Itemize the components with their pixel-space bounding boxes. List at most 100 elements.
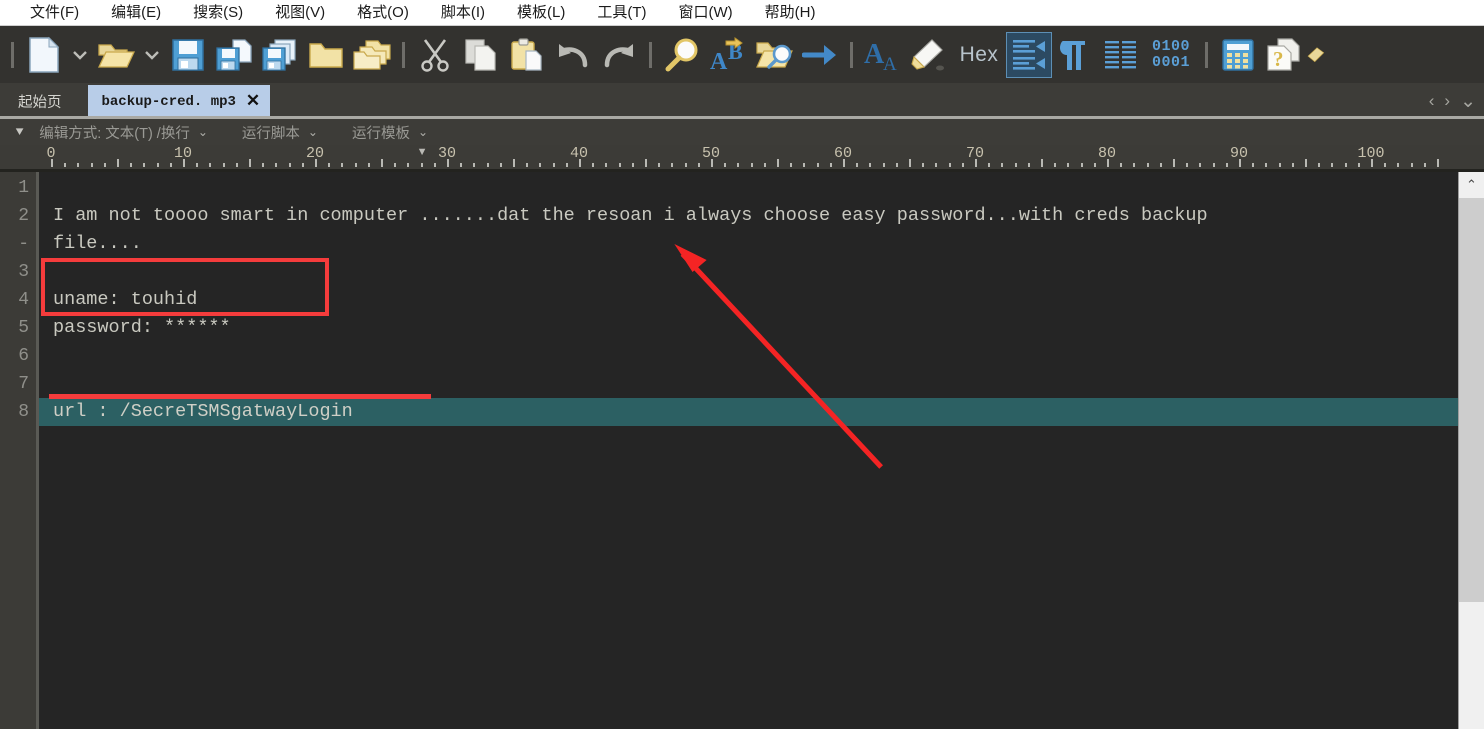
code-line[interactable]: password: ******: [39, 314, 1458, 342]
highlight-icon: [911, 38, 944, 70]
vertical-scroll-thumb[interactable]: [1459, 198, 1484, 602]
tab-start-page[interactable]: 起始页: [0, 83, 88, 119]
columns-button[interactable]: [1098, 32, 1144, 78]
paste-button[interactable]: [504, 32, 550, 78]
calculator-icon: [1222, 38, 1254, 71]
ruler-tick: [328, 163, 331, 167]
save-button[interactable]: [165, 32, 211, 78]
save-all-button[interactable]: [257, 32, 303, 78]
edit-mode-selector[interactable]: 编辑方式: 文本(T) /换行 ⌄: [39, 122, 208, 143]
code-line[interactable]: [39, 174, 1458, 202]
ruler-tick: [1225, 163, 1228, 167]
vertical-scrollbar[interactable]: ⌃ ⌄: [1458, 172, 1484, 729]
menu-view[interactable]: 视图(V): [259, 1, 341, 25]
tab-navigation: ‹ › ⌄: [1429, 83, 1484, 119]
chevron-right-icon[interactable]: ›: [1444, 91, 1450, 111]
menu-file[interactable]: 文件(F): [14, 1, 95, 25]
ruler-tick: [486, 163, 489, 167]
code-line[interactable]: I am not toooo smart in computer .......…: [39, 202, 1458, 230]
binary-button[interactable]: 0100 0001: [1144, 32, 1198, 78]
close-icon[interactable]: ✕: [246, 94, 260, 111]
save-as-button[interactable]: [211, 32, 257, 78]
ruler-tick: [552, 163, 555, 167]
copy-button[interactable]: [458, 32, 504, 78]
ruler-tick: [895, 163, 898, 167]
ruler-tick: [341, 163, 344, 167]
ruler-tick: [169, 163, 172, 167]
find-in-files-button[interactable]: [751, 32, 797, 78]
new-file-button[interactable]: [21, 32, 67, 78]
cut-button[interactable]: [412, 32, 458, 78]
editor-area: 1 2 - 3 4 5 6 7 8 I am not toooo smart in comput…: [0, 172, 1484, 729]
ruler-tick: [249, 159, 251, 167]
ruler-tick: [684, 163, 687, 167]
ruler-tick: [658, 163, 661, 167]
ruler-tick: [935, 163, 938, 167]
cut-icon: [421, 38, 449, 72]
menu-window[interactable]: 窗口(W): [663, 1, 749, 25]
highlight-button[interactable]: [906, 32, 952, 78]
ruler-tick: [77, 163, 80, 167]
find-button[interactable]: [659, 32, 705, 78]
menu-template[interactable]: 模板(L): [501, 1, 581, 25]
menu-help[interactable]: 帮助(H): [749, 1, 832, 25]
folder-button[interactable]: [303, 32, 349, 78]
collapse-caret-icon[interactable]: ⯆: [14, 125, 25, 139]
goto-button[interactable]: [797, 32, 843, 78]
ruler-tab-marker[interactable]: ▼: [417, 146, 428, 158]
calculator-button[interactable]: [1215, 32, 1261, 78]
code-line-highlighted[interactable]: url : /SecreTSMSgatwayLogin: [39, 398, 1458, 426]
open-file-dropdown-button[interactable]: [139, 32, 165, 78]
svg-text:A: A: [864, 39, 885, 70]
new-file-dropdown-button[interactable]: [67, 32, 93, 78]
wrap-lines-icon: [1013, 39, 1045, 70]
scroll-up-button[interactable]: ⌃: [1459, 172, 1484, 198]
toolbar-separator: [649, 41, 652, 68]
wrap-lines-button[interactable]: [1006, 31, 1052, 78]
run-script-selector[interactable]: 运行脚本 ⌄: [242, 122, 318, 143]
ruler-tick: [711, 159, 713, 167]
run-template-selector[interactable]: 运行模板 ⌄: [352, 122, 428, 143]
ruler-tick: [909, 159, 911, 167]
paragraph-mark-icon: [1060, 40, 1085, 70]
toolbar-separator: [402, 41, 405, 68]
ruler-tick: [1239, 159, 1241, 167]
find-in-files-icon: [756, 41, 793, 69]
code-content[interactable]: I am not toooo smart in computer .......…: [36, 172, 1458, 729]
ruler-tick: [288, 163, 291, 167]
undo-button[interactable]: [550, 32, 596, 78]
recent-files-button[interactable]: [349, 32, 395, 78]
paragraph-mark-button[interactable]: [1052, 32, 1098, 78]
ruler-tick: [1437, 159, 1439, 167]
toolbar-separator: [11, 41, 14, 68]
code-line[interactable]: [39, 258, 1458, 286]
more-tools-button[interactable]: [1307, 32, 1327, 78]
menu-edit[interactable]: 编辑(E): [95, 1, 177, 25]
hex-button[interactable]: Hex: [952, 32, 1006, 78]
ruler-tick: [671, 163, 674, 167]
binary-icon: 0100 0001: [1152, 38, 1190, 71]
help-button[interactable]: ?: [1261, 32, 1307, 78]
code-line[interactable]: file....: [39, 230, 1458, 258]
ruler-tick: [209, 163, 212, 167]
menu-format[interactable]: 格式(O): [341, 1, 425, 25]
code-line[interactable]: uname: touhid: [39, 286, 1458, 314]
ruler-tick: [1054, 163, 1057, 167]
ruler-tick: [829, 163, 832, 167]
open-file-button[interactable]: [93, 32, 139, 78]
ruler-tick: [64, 163, 67, 167]
code-line[interactable]: [39, 342, 1458, 370]
menu-script[interactable]: 脚本(I): [425, 1, 501, 25]
font-button[interactable]: A A: [860, 32, 906, 78]
replace-button[interactable]: A B: [705, 32, 751, 78]
tab-list-icon[interactable]: ⌄: [1460, 90, 1476, 113]
menu-search[interactable]: 搜索(S): [177, 1, 259, 25]
ruler-tick: [539, 163, 542, 167]
menu-tools[interactable]: 工具(T): [581, 1, 662, 25]
redo-button[interactable]: [596, 32, 642, 78]
chevron-left-icon[interactable]: ‹: [1429, 91, 1435, 111]
ruler-tick: [1371, 159, 1373, 167]
ruler-tick: [473, 163, 476, 167]
vertical-scroll-track[interactable]: [1459, 198, 1484, 729]
tab-backup-cred[interactable]: backup-cred. mp3 ✕: [87, 85, 271, 119]
